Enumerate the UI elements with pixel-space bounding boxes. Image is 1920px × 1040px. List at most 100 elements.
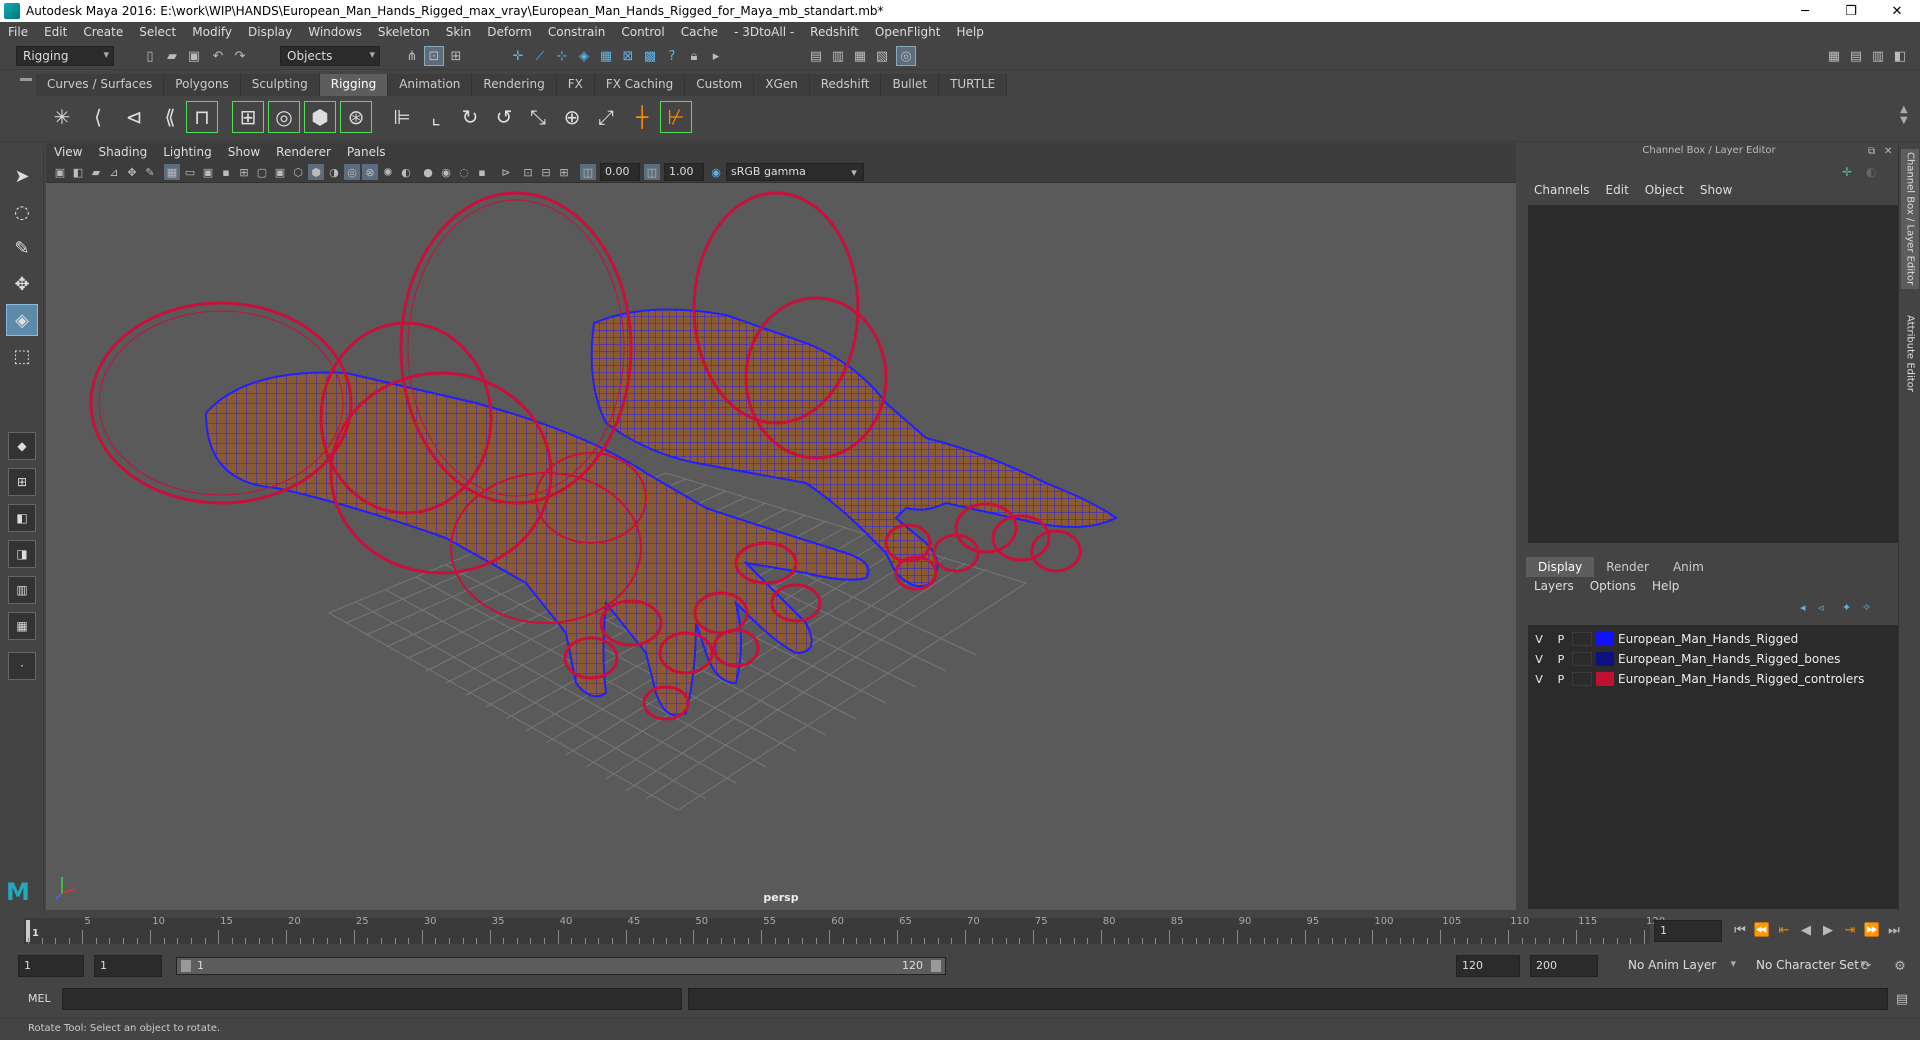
layer-name[interactable]: European_Man_Hands_Rigged_bones xyxy=(1618,652,1840,666)
layout-four-icon[interactable]: ⊞ xyxy=(8,468,36,496)
snap-view-plane-icon[interactable]: ▦ xyxy=(596,46,616,66)
tab-anim-layers[interactable]: Anim xyxy=(1661,557,1716,577)
menu-edit[interactable]: Edit xyxy=(36,25,75,39)
vp-menu-view[interactable]: View xyxy=(46,145,90,159)
paint-select-tool-icon[interactable]: ✎ xyxy=(6,232,38,264)
close-button[interactable]: ✕ xyxy=(1874,0,1920,22)
menu-help[interactable]: Help xyxy=(948,25,991,39)
snap-point-icon[interactable]: ⊹ xyxy=(552,46,572,66)
locator-icon[interactable]: ┼ xyxy=(626,101,658,133)
tab-curves-surfaces[interactable]: Curves / Surfaces xyxy=(36,74,165,96)
move-layer-up-icon[interactable]: ◂ xyxy=(1800,601,1806,614)
cluster-icon[interactable]: ⊛ xyxy=(340,101,372,133)
smooth-shade-icon[interactable]: ⬢ xyxy=(308,164,324,180)
layer-visibility-toggle[interactable]: V xyxy=(1528,673,1550,686)
menu-3dtoall[interactable]: - 3DtoAll - xyxy=(726,25,802,39)
bind-skin-icon[interactable]: ⊞ xyxy=(232,101,264,133)
current-frame-field[interactable]: 1 xyxy=(1654,920,1722,942)
mel-label[interactable]: MEL xyxy=(28,992,51,1005)
menu-modify[interactable]: Modify xyxy=(184,25,240,39)
ipr-render-icon[interactable]: ▦ xyxy=(850,46,870,66)
layer-playback-toggle[interactable]: P xyxy=(1550,633,1572,646)
safe-title-icon[interactable]: ▣ xyxy=(272,164,288,180)
isolate-select-icon[interactable]: ⊳ xyxy=(498,164,514,180)
cb-menu-channels[interactable]: Channels xyxy=(1526,183,1598,197)
cb-menu-show[interactable]: Show xyxy=(1692,183,1740,197)
hud-icon[interactable]: ⊞ xyxy=(556,164,572,180)
menu-cache[interactable]: Cache xyxy=(673,25,726,39)
shelf-menu-icon[interactable] xyxy=(20,78,32,81)
tab-xgen[interactable]: XGen xyxy=(754,74,810,96)
select-mode-dropdown[interactable]: Objects xyxy=(280,46,380,66)
speed-icon[interactable]: ◐ xyxy=(1866,165,1876,179)
gamma-field[interactable]: 1.00 xyxy=(664,163,704,181)
side-tab-channel-box[interactable]: Channel Box / Layer Editor xyxy=(1901,149,1919,289)
step-forward-frame-icon[interactable]: ⏩ xyxy=(1862,920,1882,940)
menu-control[interactable]: Control xyxy=(613,25,672,39)
select-object-icon[interactable]: ⊡ xyxy=(424,46,444,66)
menu-redshift[interactable]: Redshift xyxy=(802,25,867,39)
snap-curve-icon[interactable]: ⟋ xyxy=(530,46,550,66)
move-tool-icon[interactable]: ✥ xyxy=(6,268,38,300)
attribute-editor-toggle-icon[interactable]: ◧ xyxy=(1890,46,1910,66)
layer-name[interactable]: European_Man_Hands_Rigged_controlers xyxy=(1618,672,1864,686)
menu-select[interactable]: Select xyxy=(131,25,184,39)
gamma-icon[interactable]: ◫ xyxy=(644,164,660,180)
render-view-icon[interactable]: ▤ xyxy=(806,46,826,66)
channel-list[interactable] xyxy=(1528,205,1898,543)
vp-menu-shading[interactable]: Shading xyxy=(90,145,155,159)
rotate-tool-icon[interactable]: ◈ xyxy=(6,304,38,336)
tab-polygons[interactable]: Polygons xyxy=(164,74,241,96)
bookmark-icon[interactable]: ▰ xyxy=(88,164,104,180)
motion-blur-icon[interactable]: ◌ xyxy=(456,164,472,180)
layer-color-swatch[interactable] xyxy=(1596,652,1614,666)
hik-icon[interactable]: ⊬ xyxy=(660,101,692,133)
layer-row[interactable]: V P European_Man_Hands_Rigged_bones xyxy=(1528,649,1898,669)
safe-action-icon[interactable]: ▢ xyxy=(254,164,270,180)
manipulator-icon[interactable]: ✛ xyxy=(1842,165,1852,179)
layer-display-type[interactable] xyxy=(1572,672,1592,686)
ambient-occlusion-icon[interactable]: ◉ xyxy=(438,164,454,180)
open-scene-icon[interactable]: ▰ xyxy=(162,46,182,66)
paint-weights-icon[interactable]: ⊫ xyxy=(386,101,418,133)
side-tab-attribute-editor[interactable]: Attribute Editor xyxy=(1901,303,1919,403)
playback-end-field[interactable]: 120 xyxy=(1456,955,1520,977)
tab-rigging[interactable]: Rigging xyxy=(319,74,389,96)
timeline-track[interactable]: 1 5 10 15 20 25 30 35 40 45 50 55 60 65 70 75 80 85 90 95 1… xyxy=(24,916,1665,944)
new-layer-selected-icon[interactable]: ✧ xyxy=(1862,601,1871,614)
2d-pan-icon[interactable]: ✥ xyxy=(124,164,140,180)
go-to-end-icon[interactable]: ⏭ xyxy=(1884,920,1904,940)
cb-menu-object[interactable]: Object xyxy=(1637,183,1692,197)
textured-icon[interactable]: ◐ xyxy=(398,164,414,180)
smooth-bind-icon[interactable]: ◎ xyxy=(268,101,300,133)
command-input[interactable] xyxy=(62,988,682,1010)
layout-two-icon[interactable]: ◧ xyxy=(8,504,36,532)
layout-single-icon[interactable]: ◆ xyxy=(8,432,36,460)
scale-tool-icon[interactable]: ⬚ xyxy=(6,340,38,372)
select-hierarchy-icon[interactable]: ⋔ xyxy=(402,46,422,66)
playback-start-field[interactable]: 1 xyxy=(94,955,162,977)
channel-box-toggle-icon[interactable]: ▥ xyxy=(1868,46,1888,66)
layer-color-swatch[interactable] xyxy=(1596,632,1614,646)
vp-menu-show[interactable]: Show xyxy=(220,145,268,159)
select-tool-icon[interactable]: ➤ xyxy=(6,160,38,192)
layer-display-type[interactable] xyxy=(1572,632,1592,646)
minimize-button[interactable]: ─ xyxy=(1782,0,1828,22)
layout-hypershade-icon[interactable]: ▦ xyxy=(8,612,36,640)
anim-layer-dropdown[interactable]: No Anim Layer xyxy=(1622,956,1740,976)
tab-fx-caching[interactable]: FX Caching xyxy=(594,74,686,96)
frame-all-icon[interactable]: ⊡ xyxy=(520,164,536,180)
ik-handle-icon[interactable]: ⊓ xyxy=(186,101,218,133)
tab-turtle[interactable]: TURTLE xyxy=(939,74,1008,96)
input-icon[interactable]: ▸ xyxy=(706,46,726,66)
xray-icon[interactable]: ◎ xyxy=(344,164,360,180)
insert-joint-icon[interactable]: ⟨ xyxy=(82,101,114,133)
menu-deform[interactable]: Deform xyxy=(479,25,540,39)
layout-persp-graph-icon[interactable]: ▥ xyxy=(8,576,36,604)
le-menu-help[interactable]: Help xyxy=(1644,579,1687,593)
float-icon[interactable]: ⧉ xyxy=(1868,146,1875,157)
orient-constraint-icon[interactable]: ↻ xyxy=(454,101,486,133)
tab-redshift[interactable]: Redshift xyxy=(809,74,882,96)
lock-icon[interactable]: 🔒︎ xyxy=(684,46,704,66)
tab-fx[interactable]: FX xyxy=(556,74,595,96)
